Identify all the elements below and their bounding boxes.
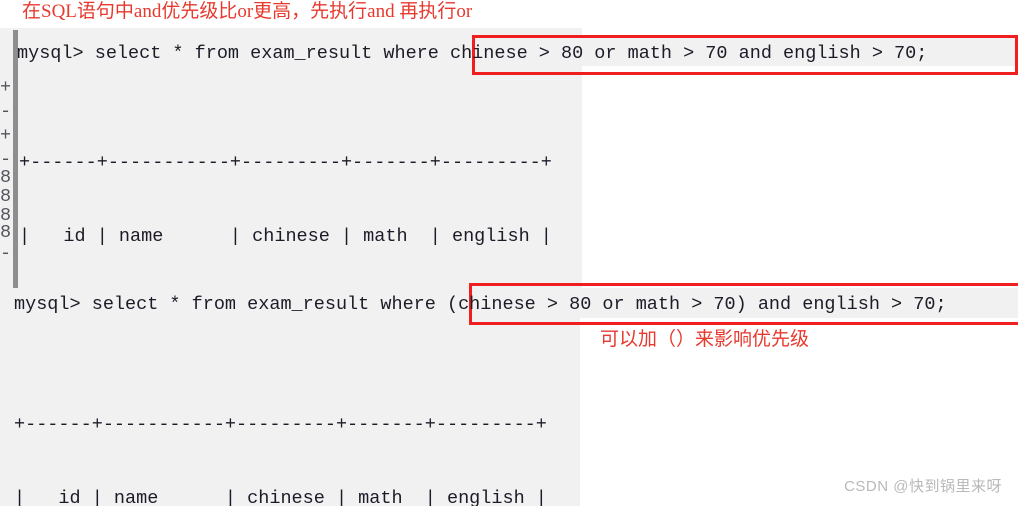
crop-edge-artifact-glyph: 8 [0, 167, 12, 188]
table-1-header-row: | id | name | chinese | math | english | [19, 225, 552, 247]
csdn-watermark: CSDN @快到锅里来呀 [844, 478, 1002, 495]
annotation-operator-precedence-note: 在SQL语句中and优先级比or更高，先执行and 再执行or [22, 1, 473, 22]
crop-edge-artifact-glyph: + [0, 77, 12, 98]
crop-edge-artifact-glyph: - [0, 243, 12, 264]
terminal-output-block-2: +------+-----------+---------+-------+--… [0, 290, 580, 506]
crop-edge-artifact-glyph: - [0, 101, 12, 122]
terminal-crop-edge-bar [13, 30, 18, 288]
sql-query-line-1[interactable]: mysql> select * from exam_result where c… [17, 42, 927, 66]
annotation-parentheses-note: 可以加（）来影响优先级 [600, 329, 810, 350]
terminal-output-block-1: +------+-----------+---------+-------+--… [0, 28, 582, 290]
table-2-header-row: | id | name | chinese | math | english | [14, 487, 547, 506]
query-line-2-base [0, 339, 580, 364]
table-1-rule-top: +------+-----------+---------+-------+--… [19, 151, 552, 173]
sql-query-line-2[interactable]: mysql> select * from exam_result where (… [14, 293, 947, 317]
crop-edge-artifact-glyph: + [0, 125, 12, 146]
query-line-1-base [0, 77, 582, 102]
crop-edge-artifact-glyph: 8 [0, 186, 12, 207]
table-2-rule-top: +------+-----------+---------+-------+--… [14, 413, 547, 435]
crop-edge-artifact-glyph: 8 [0, 222, 12, 243]
